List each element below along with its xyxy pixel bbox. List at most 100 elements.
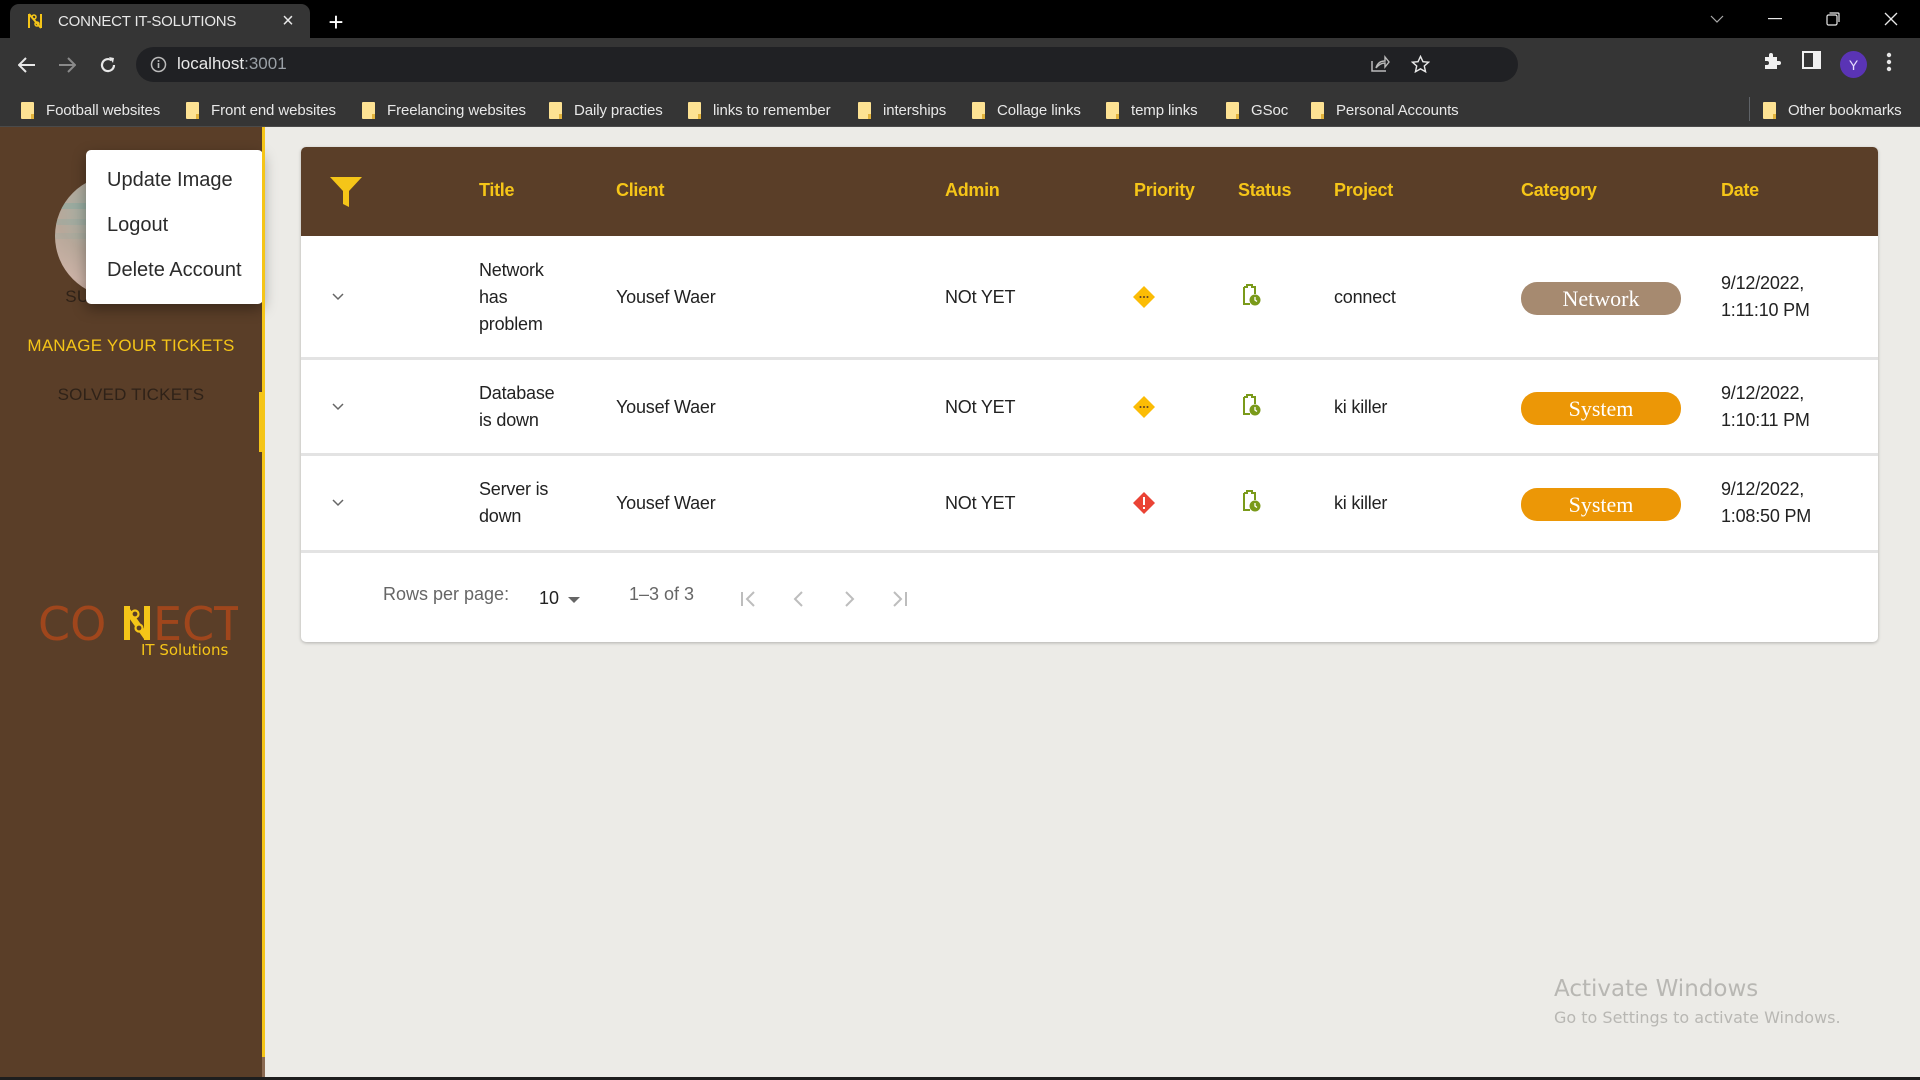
address-bar[interactable]: localhost:3001 bbox=[136, 47, 1518, 82]
share-icon[interactable] bbox=[1370, 55, 1390, 78]
title-line: is down bbox=[479, 410, 539, 430]
bookmark-folder[interactable]: interships bbox=[858, 99, 946, 121]
restore-icon[interactable] bbox=[1804, 0, 1862, 38]
bookmark-label: Front end websites bbox=[211, 101, 336, 119]
bookmark-folder[interactable]: Front end websites bbox=[186, 99, 336, 121]
browser-tab-active[interactable]: CONNECT IT-SOLUTIONS × bbox=[10, 4, 310, 38]
status-pending-clipboard-clock-icon bbox=[1241, 489, 1261, 518]
previous-page-icon[interactable] bbox=[787, 587, 811, 611]
sidebar-item-solved-tickets[interactable]: SOLVED TICKETS bbox=[0, 385, 262, 405]
bookmark-folder[interactable]: temp links bbox=[1106, 99, 1198, 121]
date-line: 9/12/2022, bbox=[1721, 479, 1805, 499]
tab-search-chevron-icon[interactable] bbox=[1688, 0, 1746, 38]
ticket-title: Database is down bbox=[479, 380, 555, 434]
bookmark-folder[interactable]: Collage links bbox=[972, 99, 1081, 121]
ticket-title: Network has problem bbox=[479, 257, 544, 338]
title-line: problem bbox=[479, 314, 543, 334]
ticket-project: ki killer bbox=[1334, 397, 1388, 417]
logo-tagline: IT Solutions bbox=[141, 641, 229, 659]
bookmark-folder[interactable]: Freelancing websites bbox=[362, 99, 526, 121]
folder-icon bbox=[186, 101, 199, 119]
bookmark-label: Personal Accounts bbox=[1336, 101, 1459, 119]
expand-row-chevron-icon[interactable] bbox=[328, 397, 348, 417]
new-tab-button[interactable]: + bbox=[322, 7, 350, 37]
profile-avatar[interactable]: Y bbox=[1840, 51, 1867, 78]
table-row[interactable]: Server is down Yousef Waer NOt YET ki ki… bbox=[301, 456, 1878, 553]
folder-icon bbox=[1763, 101, 1776, 119]
column-header-title[interactable]: Title bbox=[479, 180, 514, 201]
url-host: localhost bbox=[177, 54, 245, 73]
folder-icon bbox=[21, 101, 34, 119]
time-line: 1:11:10 PM bbox=[1721, 300, 1810, 320]
browser-toolbar: localhost:3001 Y bbox=[0, 38, 1920, 91]
folder-icon bbox=[688, 101, 701, 119]
table-row[interactable]: Database is down Yousef Waer NOt YET ki … bbox=[301, 360, 1878, 456]
tab-close-icon[interactable]: × bbox=[274, 7, 302, 35]
other-bookmarks-folder[interactable]: Other bookmarks bbox=[1763, 99, 1902, 121]
expand-row-chevron-icon[interactable] bbox=[328, 493, 348, 513]
url-text[interactable]: localhost:3001 bbox=[177, 54, 287, 74]
site-info-icon[interactable] bbox=[150, 56, 167, 78]
ticket-client: Yousef Waer bbox=[616, 397, 716, 417]
filter-funnel-icon[interactable] bbox=[329, 176, 363, 213]
minimize-icon[interactable] bbox=[1746, 0, 1804, 38]
column-header-priority[interactable]: Priority bbox=[1134, 180, 1195, 201]
sidebar-item-manage-your-tickets[interactable]: MANAGE YOUR TICKETS bbox=[0, 336, 262, 356]
bookmark-star-icon[interactable] bbox=[1410, 54, 1431, 79]
status-pending-clipboard-clock-icon bbox=[1241, 393, 1261, 422]
menu-item-update-image[interactable]: Update Image bbox=[86, 158, 263, 203]
title-line: Network bbox=[479, 260, 544, 280]
column-header-status[interactable]: Status bbox=[1238, 180, 1292, 201]
menu-item-logout[interactable]: Logout bbox=[86, 203, 263, 248]
time-line: 1:08:50 PM bbox=[1721, 506, 1812, 526]
bookmark-folder[interactable]: Football websites bbox=[21, 99, 160, 121]
priority-medium-diamond-icon bbox=[1133, 396, 1155, 423]
ticket-project: connect bbox=[1334, 287, 1396, 307]
ticket-client: Yousef Waer bbox=[616, 493, 716, 513]
back-arrow-icon[interactable] bbox=[12, 50, 42, 80]
bookmark-folder[interactable]: links to remember bbox=[688, 99, 831, 121]
column-header-client[interactable]: Client bbox=[616, 180, 665, 201]
folder-icon bbox=[1311, 101, 1324, 119]
windows-activation-watermark: Activate Windows Go to Settings to activ… bbox=[1554, 976, 1841, 1027]
title-line: has bbox=[479, 287, 508, 307]
ticket-admin: NOt YET bbox=[945, 397, 1016, 417]
column-header-admin[interactable]: Admin bbox=[945, 180, 1000, 201]
bookmark-label: Football websites bbox=[46, 101, 161, 119]
bookmark-folder[interactable]: Daily practies bbox=[549, 99, 663, 121]
forward-arrow-icon[interactable] bbox=[52, 50, 82, 80]
bookmark-label: temp links bbox=[1131, 101, 1198, 119]
side-panel-icon[interactable] bbox=[1802, 51, 1821, 74]
last-page-icon[interactable] bbox=[887, 587, 911, 611]
ticket-date: 9/12/2022, 1:10:11 PM bbox=[1721, 380, 1810, 434]
category-badge: System bbox=[1521, 488, 1681, 521]
table-row[interactable]: Network has problem Yousef Waer NOt YET … bbox=[301, 236, 1878, 360]
column-header-date[interactable]: Date bbox=[1721, 180, 1759, 201]
folder-icon bbox=[362, 101, 375, 119]
table-header: Title Client Admin Priority Status Proje… bbox=[301, 147, 1878, 236]
bookmarks-divider bbox=[1749, 97, 1750, 121]
browser-menu-kebab-icon[interactable] bbox=[1886, 52, 1892, 77]
bookmark-label: GSoc bbox=[1251, 101, 1289, 119]
ticket-date: 9/12/2022, 1:11:10 PM bbox=[1721, 270, 1810, 324]
first-page-icon[interactable] bbox=[737, 587, 761, 611]
reload-icon[interactable] bbox=[93, 50, 123, 80]
url-port: :3001 bbox=[244, 54, 287, 73]
column-header-project[interactable]: Project bbox=[1334, 180, 1393, 201]
ticket-project: ki killer bbox=[1334, 493, 1388, 513]
close-window-icon[interactable] bbox=[1862, 0, 1920, 38]
extensions-puzzle-icon[interactable] bbox=[1762, 51, 1782, 76]
menu-item-delete-account[interactable]: Delete Account bbox=[86, 248, 263, 293]
watermark-subtitle: Go to Settings to activate Windows. bbox=[1554, 1008, 1841, 1027]
folder-icon bbox=[1106, 101, 1119, 119]
title-line: down bbox=[479, 506, 522, 526]
watermark-title: Activate Windows bbox=[1554, 976, 1759, 1002]
bookmark-folder[interactable]: Personal Accounts bbox=[1311, 99, 1459, 121]
next-page-icon[interactable] bbox=[837, 587, 861, 611]
ticket-title: Server is down bbox=[479, 476, 548, 530]
expand-row-chevron-icon[interactable] bbox=[328, 287, 348, 307]
rows-per-page-select[interactable]: 10 bbox=[539, 588, 581, 609]
bookmark-folder[interactable]: GSoc bbox=[1226, 99, 1288, 121]
priority-high-diamond-exclamation-icon bbox=[1133, 492, 1155, 519]
column-header-category[interactable]: Category bbox=[1521, 180, 1597, 201]
